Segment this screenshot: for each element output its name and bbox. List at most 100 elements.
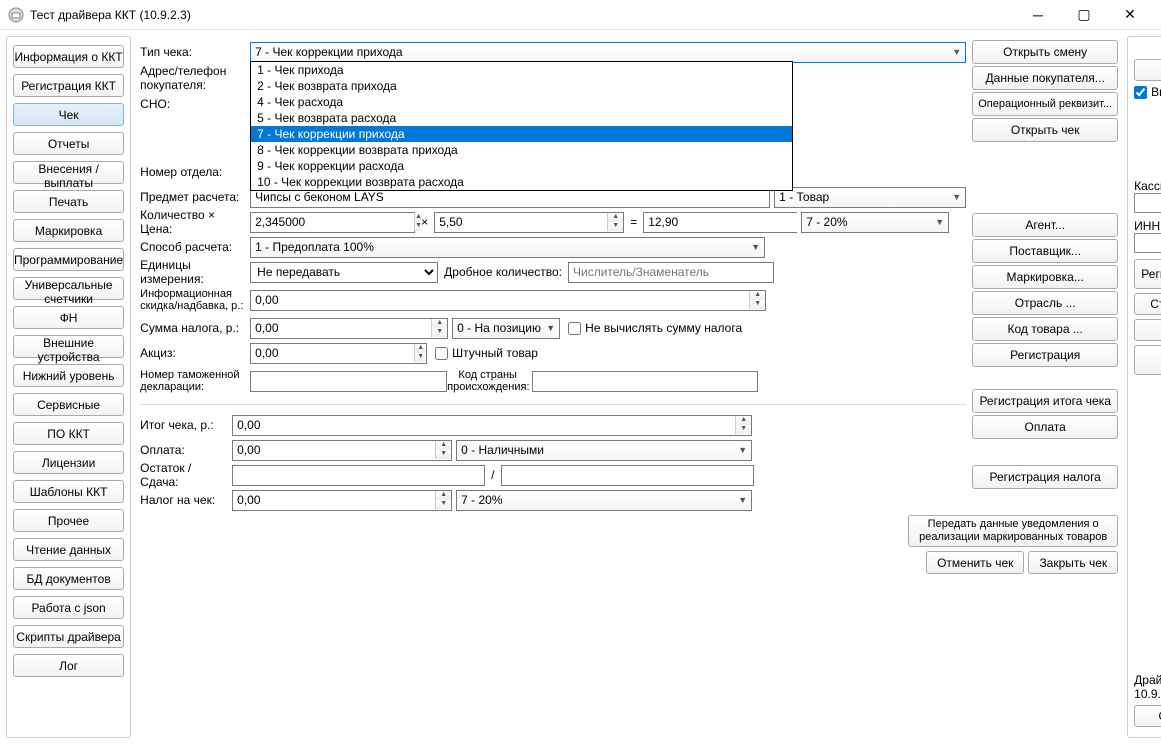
- sidebar-item-17[interactable]: Чтение данных: [13, 538, 124, 561]
- cashier-input[interactable]: [1134, 193, 1161, 213]
- register-tax-button[interactable]: Регистрация налога: [972, 465, 1118, 489]
- check-type-option-3[interactable]: 5 - Чек возврата расхода: [251, 110, 792, 126]
- industry-button[interactable]: Отрасль ...: [972, 291, 1118, 315]
- maximize-button[interactable]: ▢: [1061, 0, 1107, 30]
- sidebar-item-11[interactable]: Нижний уровень: [13, 364, 124, 387]
- check-type-option-6[interactable]: 9 - Чек коррекции расхода: [251, 158, 792, 174]
- props-button[interactable]: Свойства: [1134, 59, 1161, 81]
- change-label: Остаток / Сдача:: [140, 461, 232, 489]
- price-input[interactable]: [435, 213, 607, 232]
- frac-qty-input[interactable]: [568, 262, 774, 283]
- sidebar-item-18[interactable]: БД документов: [13, 567, 124, 590]
- reprint-button[interactable]: Допечатать: [1134, 319, 1161, 341]
- close-button[interactable]: ✕: [1107, 0, 1153, 30]
- check-tax-input[interactable]: [233, 491, 435, 510]
- check-total-input[interactable]: [233, 416, 735, 435]
- total-input[interactable]: [644, 213, 807, 232]
- sidebar-item-2[interactable]: Чек: [13, 103, 124, 126]
- sidebar-item-5[interactable]: Печать: [13, 190, 124, 213]
- enabled-checkbox[interactable]: [1134, 86, 1147, 99]
- no-calc-tax-checkbox[interactable]: [568, 322, 581, 335]
- sidebar-item-20[interactable]: Скрипты драйвера: [13, 625, 124, 648]
- check-total-spinner[interactable]: ▲▼: [232, 415, 752, 436]
- service-info-button[interactable]: Сервисная информация: [1134, 345, 1161, 375]
- country-code-input[interactable]: [532, 371, 758, 392]
- check-type-option-4[interactable]: 7 - Чек коррекции прихода: [251, 126, 792, 142]
- tape-width-label: Ширина ленты:: [1134, 105, 1161, 119]
- agent-button[interactable]: Агент...: [972, 213, 1118, 237]
- check-type-dropdown[interactable]: 1 - Чек прихода2 - Чек возврата прихода4…: [250, 61, 793, 191]
- check-type-option-5[interactable]: 8 - Чек коррекции возврата прихода: [251, 142, 792, 158]
- change-left-input[interactable]: [232, 465, 485, 486]
- check-type-option-7[interactable]: 10 - Чек коррекции возврата расхода: [251, 174, 792, 190]
- cashier-inn-input[interactable]: [1134, 233, 1161, 253]
- sidebar-item-0[interactable]: Информация о ККТ: [13, 45, 124, 68]
- sidebar-item-12[interactable]: Сервисные: [13, 393, 124, 416]
- sidebar-item-3[interactable]: Отчеты: [13, 132, 124, 155]
- payment-method-combo[interactable]: 0 - Наличными▼: [456, 440, 752, 461]
- item-type-combo[interactable]: 1 - Товар▼: [774, 187, 966, 208]
- tax-mode-combo[interactable]: 0 - На позицию▼: [452, 318, 560, 339]
- info-discount-spinner[interactable]: ▲▼: [250, 290, 766, 311]
- sidebar-item-21[interactable]: Лог: [13, 654, 124, 677]
- open-check-button[interactable]: Открыть чек: [972, 118, 1118, 142]
- payment-input[interactable]: [233, 441, 435, 460]
- check-type-option-1[interactable]: 2 - Чек возврата прихода: [251, 78, 792, 94]
- qty-input[interactable]: [251, 213, 414, 232]
- doc-status-button[interactable]: Статус документа: [1134, 293, 1161, 315]
- tax-sum-input[interactable]: [251, 319, 431, 338]
- op-req-button[interactable]: Операционный реквизит...: [972, 92, 1118, 116]
- check-type-combo[interactable]: 7 - Чек коррекции прихода ▼: [250, 42, 966, 63]
- sidebar-item-13[interactable]: ПО ККТ: [13, 422, 124, 445]
- check-type-option-0[interactable]: 1 - Чек прихода: [251, 62, 792, 78]
- sidebar-item-8[interactable]: Универсальные счетчики: [13, 277, 124, 300]
- check-tax-spinner[interactable]: ▲▼: [232, 490, 452, 511]
- do-payment-button[interactable]: Оплата: [972, 415, 1118, 439]
- cancel-check-button[interactable]: Отменить чек: [926, 551, 1024, 574]
- country-code-label: Код страны происхождения:: [447, 369, 532, 393]
- sidebar-item-19[interactable]: Работа с json: [13, 596, 124, 619]
- sidebar-item-1[interactable]: Регистрация ККТ: [13, 74, 124, 97]
- sidebar-item-15[interactable]: Шаблоны ККТ: [13, 480, 124, 503]
- sidebar-item-9[interactable]: ФН: [13, 306, 124, 329]
- open-shift-button[interactable]: Открыть смену: [972, 40, 1118, 64]
- customs-decl-input[interactable]: [250, 371, 447, 392]
- check-type-label: Тип чека:: [140, 45, 250, 59]
- pay-method-combo[interactable]: 1 - Предоплата 100%▼: [250, 237, 765, 258]
- payment-spinner[interactable]: ▲▼: [232, 440, 452, 461]
- qty-spinner[interactable]: ▲▼: [250, 212, 415, 233]
- about-button[interactable]: О программе...: [1134, 705, 1161, 727]
- register-total-button[interactable]: Регистрация итога чека: [972, 389, 1118, 413]
- minimize-button[interactable]: ─: [1015, 0, 1061, 30]
- excise-input[interactable]: [251, 344, 414, 363]
- supplier-button[interactable]: Поставщик...: [972, 239, 1118, 263]
- buyer-data-button[interactable]: Данные покупателя...: [972, 66, 1118, 90]
- marking-button[interactable]: Маркировка...: [972, 265, 1118, 289]
- sidebar-item-14[interactable]: Лицензии: [13, 451, 124, 474]
- check-type-option-2[interactable]: 4 - Чек расхода: [251, 94, 792, 110]
- cashier-label: Кассир:: [1134, 179, 1161, 193]
- change-right-input[interactable]: [501, 465, 754, 486]
- units-select[interactable]: Не передавать: [250, 262, 438, 283]
- info-discount-input[interactable]: [251, 291, 749, 310]
- check-closed-label: Чек закрыт: [1134, 153, 1161, 167]
- price-spinner[interactable]: ▲▼: [434, 212, 624, 233]
- sidebar-item-7[interactable]: Программирование: [13, 248, 124, 271]
- piece-goods-checkbox[interactable]: [435, 347, 448, 360]
- register-cashier-button[interactable]: Регистрация кассира: [1134, 259, 1161, 289]
- prod-code-button[interactable]: Код товара ...: [972, 317, 1118, 341]
- total-spinner[interactable]: ▲▼: [643, 212, 797, 233]
- send-marking-button[interactable]: Передать данные уведомления о реализации…: [908, 515, 1118, 547]
- tax-sum-spinner[interactable]: ▲▼: [250, 318, 448, 339]
- close-check-button[interactable]: Закрыть чек: [1028, 551, 1118, 574]
- chevron-down-icon: ▼: [751, 242, 760, 252]
- check-tax-rate-combo[interactable]: 7 - 20%▼: [456, 490, 752, 511]
- sidebar-item-16[interactable]: Прочее: [13, 509, 124, 532]
- sidebar-item-4[interactable]: Внесения / выплаты: [13, 161, 124, 184]
- excise-spinner[interactable]: ▲▼: [250, 343, 427, 364]
- qty-price-label: Количество × Цена:: [140, 208, 250, 236]
- sidebar-item-6[interactable]: Маркировка: [13, 219, 124, 242]
- tax-combo[interactable]: 7 - 20%▼: [801, 212, 949, 233]
- register-button[interactable]: Регистрация: [972, 343, 1118, 367]
- sidebar-item-10[interactable]: Внешние устройства: [13, 335, 124, 358]
